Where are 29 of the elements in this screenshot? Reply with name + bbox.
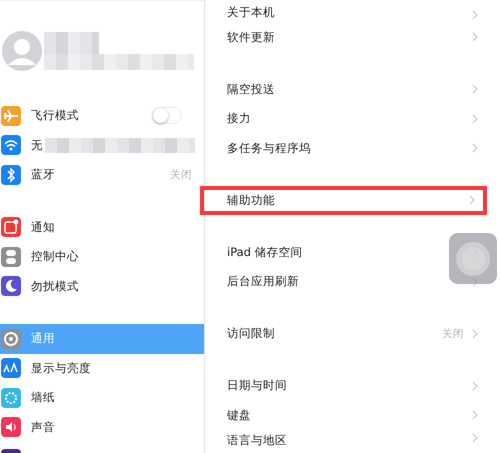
sidebar-label: 墙纸 (31, 390, 55, 406)
settings-row[interactable]: 多任务与程序坞 (205, 134, 500, 163)
sidebar-item[interactable]: 控制中心 (0, 242, 204, 272)
sidebar-label: 控制中心 (31, 249, 79, 264)
sidebar-label: 飞行模式 (31, 108, 79, 124)
sidebar-label: 蓝牙 (31, 167, 55, 182)
sidebar-item[interactable]: 勿扰模式 (0, 272, 204, 301)
settings-row[interactable]: 日期与时间 (205, 371, 500, 400)
settings-row[interactable]: 隔空投送 (205, 74, 500, 104)
sidebar-label: 显示与亮度 (31, 360, 91, 376)
settings-row[interactable]: 访问限制 关闭 (205, 319, 500, 348)
sidebar-label: 通知 (31, 220, 55, 235)
highlighted-row[interactable]: 辅助功能 (200, 186, 487, 215)
status-text: 关闭 (170, 168, 192, 182)
sidebar-label: 无 (31, 138, 43, 153)
sidebar-label: 声音 (31, 420, 55, 435)
settings-row[interactable]: 键盘 (205, 400, 500, 430)
sidebar-label: 通用 (31, 331, 55, 346)
settings-row[interactable]: 接力 (205, 104, 500, 134)
sidebar-item[interactable]: 通知 (0, 212, 204, 242)
sidebar-item[interactable]: 飞行模式 (0, 101, 204, 130)
sidebar-item[interactable]: 显示与亮度 (0, 354, 204, 383)
settings-row[interactable]: 语言与地区 (205, 430, 500, 453)
settings-row[interactable]: 关于本机 (205, 0, 500, 22)
sidebar-item[interactable]: 无 (0, 130, 204, 160)
sidebar-item[interactable]: 声音 (0, 412, 204, 442)
sidebar-item[interactable]: 墙纸 (0, 383, 204, 412)
sidebar-label: 勿扰模式 (31, 278, 79, 294)
settings-row[interactable]: 软件更新 (205, 22, 500, 52)
